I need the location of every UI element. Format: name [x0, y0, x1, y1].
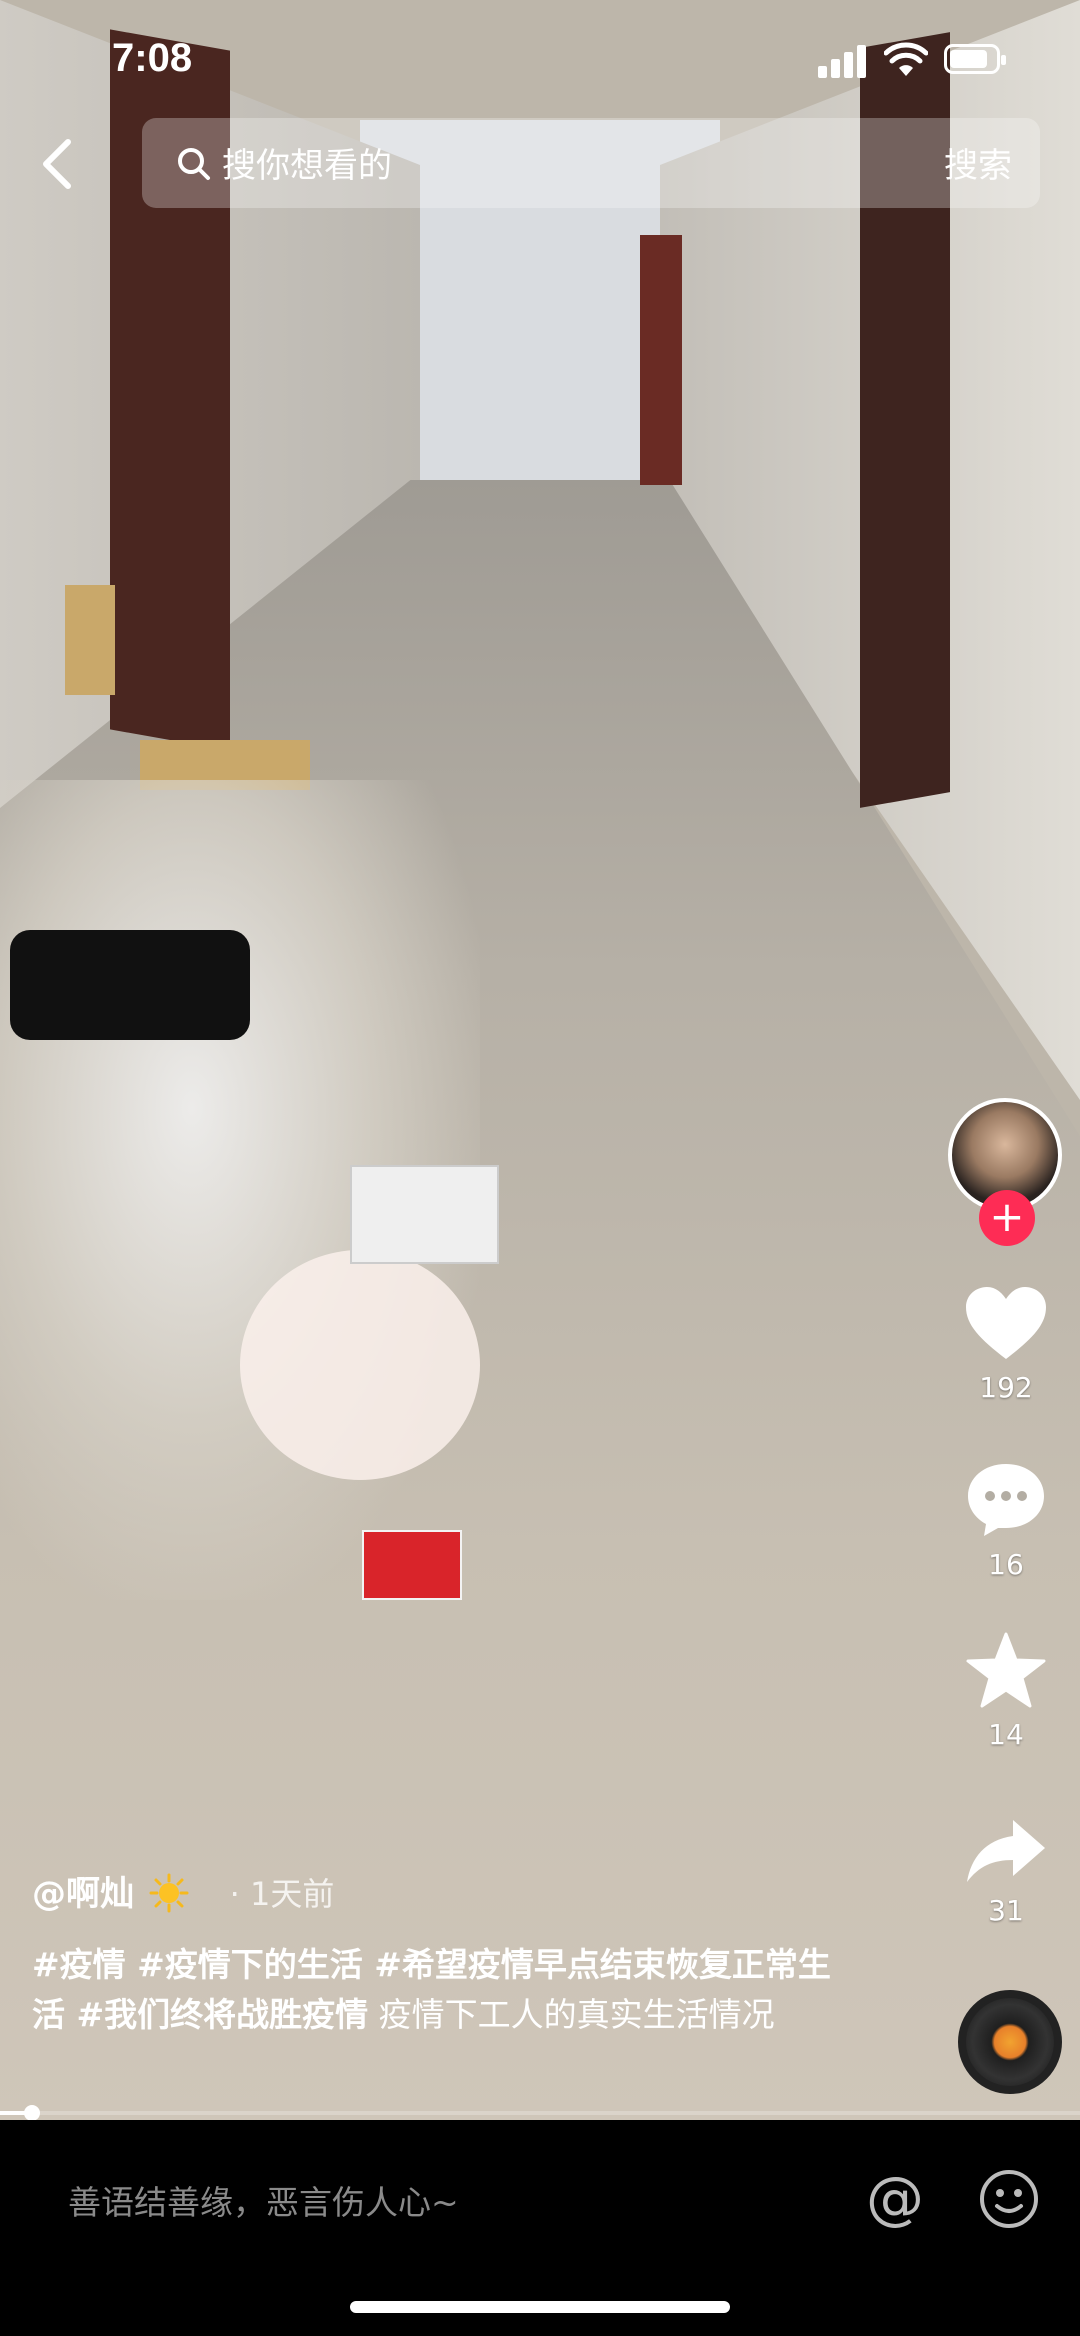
comment-button[interactable]: 16 — [946, 1460, 1066, 1581]
cellular-signal-icon — [818, 44, 868, 78]
video-description: #疫情 #疫情下的生活 #希望疫情早点结束恢复正常生活 #我们终将战胜疫情 疫情… — [32, 1940, 832, 2040]
comment-input[interactable]: 善语结善缘，恶言伤人心~ — [68, 2176, 459, 2224]
favorite-button[interactable]: 14 — [946, 1632, 1066, 1751]
sun-icon — [149, 1873, 189, 1913]
music-disc-icon[interactable] — [958, 1990, 1062, 2094]
share-icon — [967, 1820, 1045, 1882]
star-icon — [966, 1632, 1046, 1708]
share-count: 31 — [988, 1894, 1024, 1927]
search-icon — [178, 148, 210, 180]
like-count: 192 — [979, 1371, 1033, 1404]
battery-icon — [944, 44, 1006, 74]
status-bar: 7:08 — [0, 0, 1080, 120]
description-text: 疫情下工人的真实生活情况 — [368, 1995, 775, 2034]
video-player[interactable] — [0, 0, 1080, 2120]
favorite-count: 14 — [988, 1718, 1024, 1751]
video-milk-carton — [362, 1530, 462, 1600]
video-trash-bin — [10, 930, 250, 1040]
status-time: 7:08 — [112, 36, 193, 80]
follow-button[interactable]: + — [979, 1190, 1035, 1246]
heart-icon — [966, 1287, 1046, 1359]
comment-icon — [968, 1464, 1044, 1536]
share-button[interactable]: 31 — [946, 1818, 1066, 1927]
search-button[interactable]: 搜索 — [944, 138, 1012, 187]
video-chair-back — [65, 585, 115, 695]
video-far-door — [640, 235, 682, 485]
video-plastic-bag — [240, 1250, 480, 1480]
author-name[interactable]: @啊灿 — [32, 1874, 134, 1914]
video-paper-box — [350, 1165, 499, 1264]
comment-count: 16 — [988, 1548, 1024, 1581]
author-line: @啊灿 · 1天前 — [32, 1866, 334, 1916]
emoji-icon[interactable] — [978, 2168, 1040, 2230]
search-input[interactable]: 搜你想看的 — [222, 138, 392, 187]
like-button[interactable]: 192 — [946, 1285, 1066, 1404]
battery-level — [950, 50, 988, 68]
search-bar[interactable]: 搜你想看的 搜索 — [142, 118, 1040, 208]
back-icon[interactable] — [34, 134, 86, 194]
home-indicator[interactable] — [350, 2301, 730, 2313]
at-icon[interactable]: @ — [866, 2164, 924, 2232]
video-progress-bar[interactable] — [0, 2105, 1080, 2121]
post-time: · 1天前 — [229, 1875, 335, 1913]
wifi-icon — [884, 42, 928, 76]
